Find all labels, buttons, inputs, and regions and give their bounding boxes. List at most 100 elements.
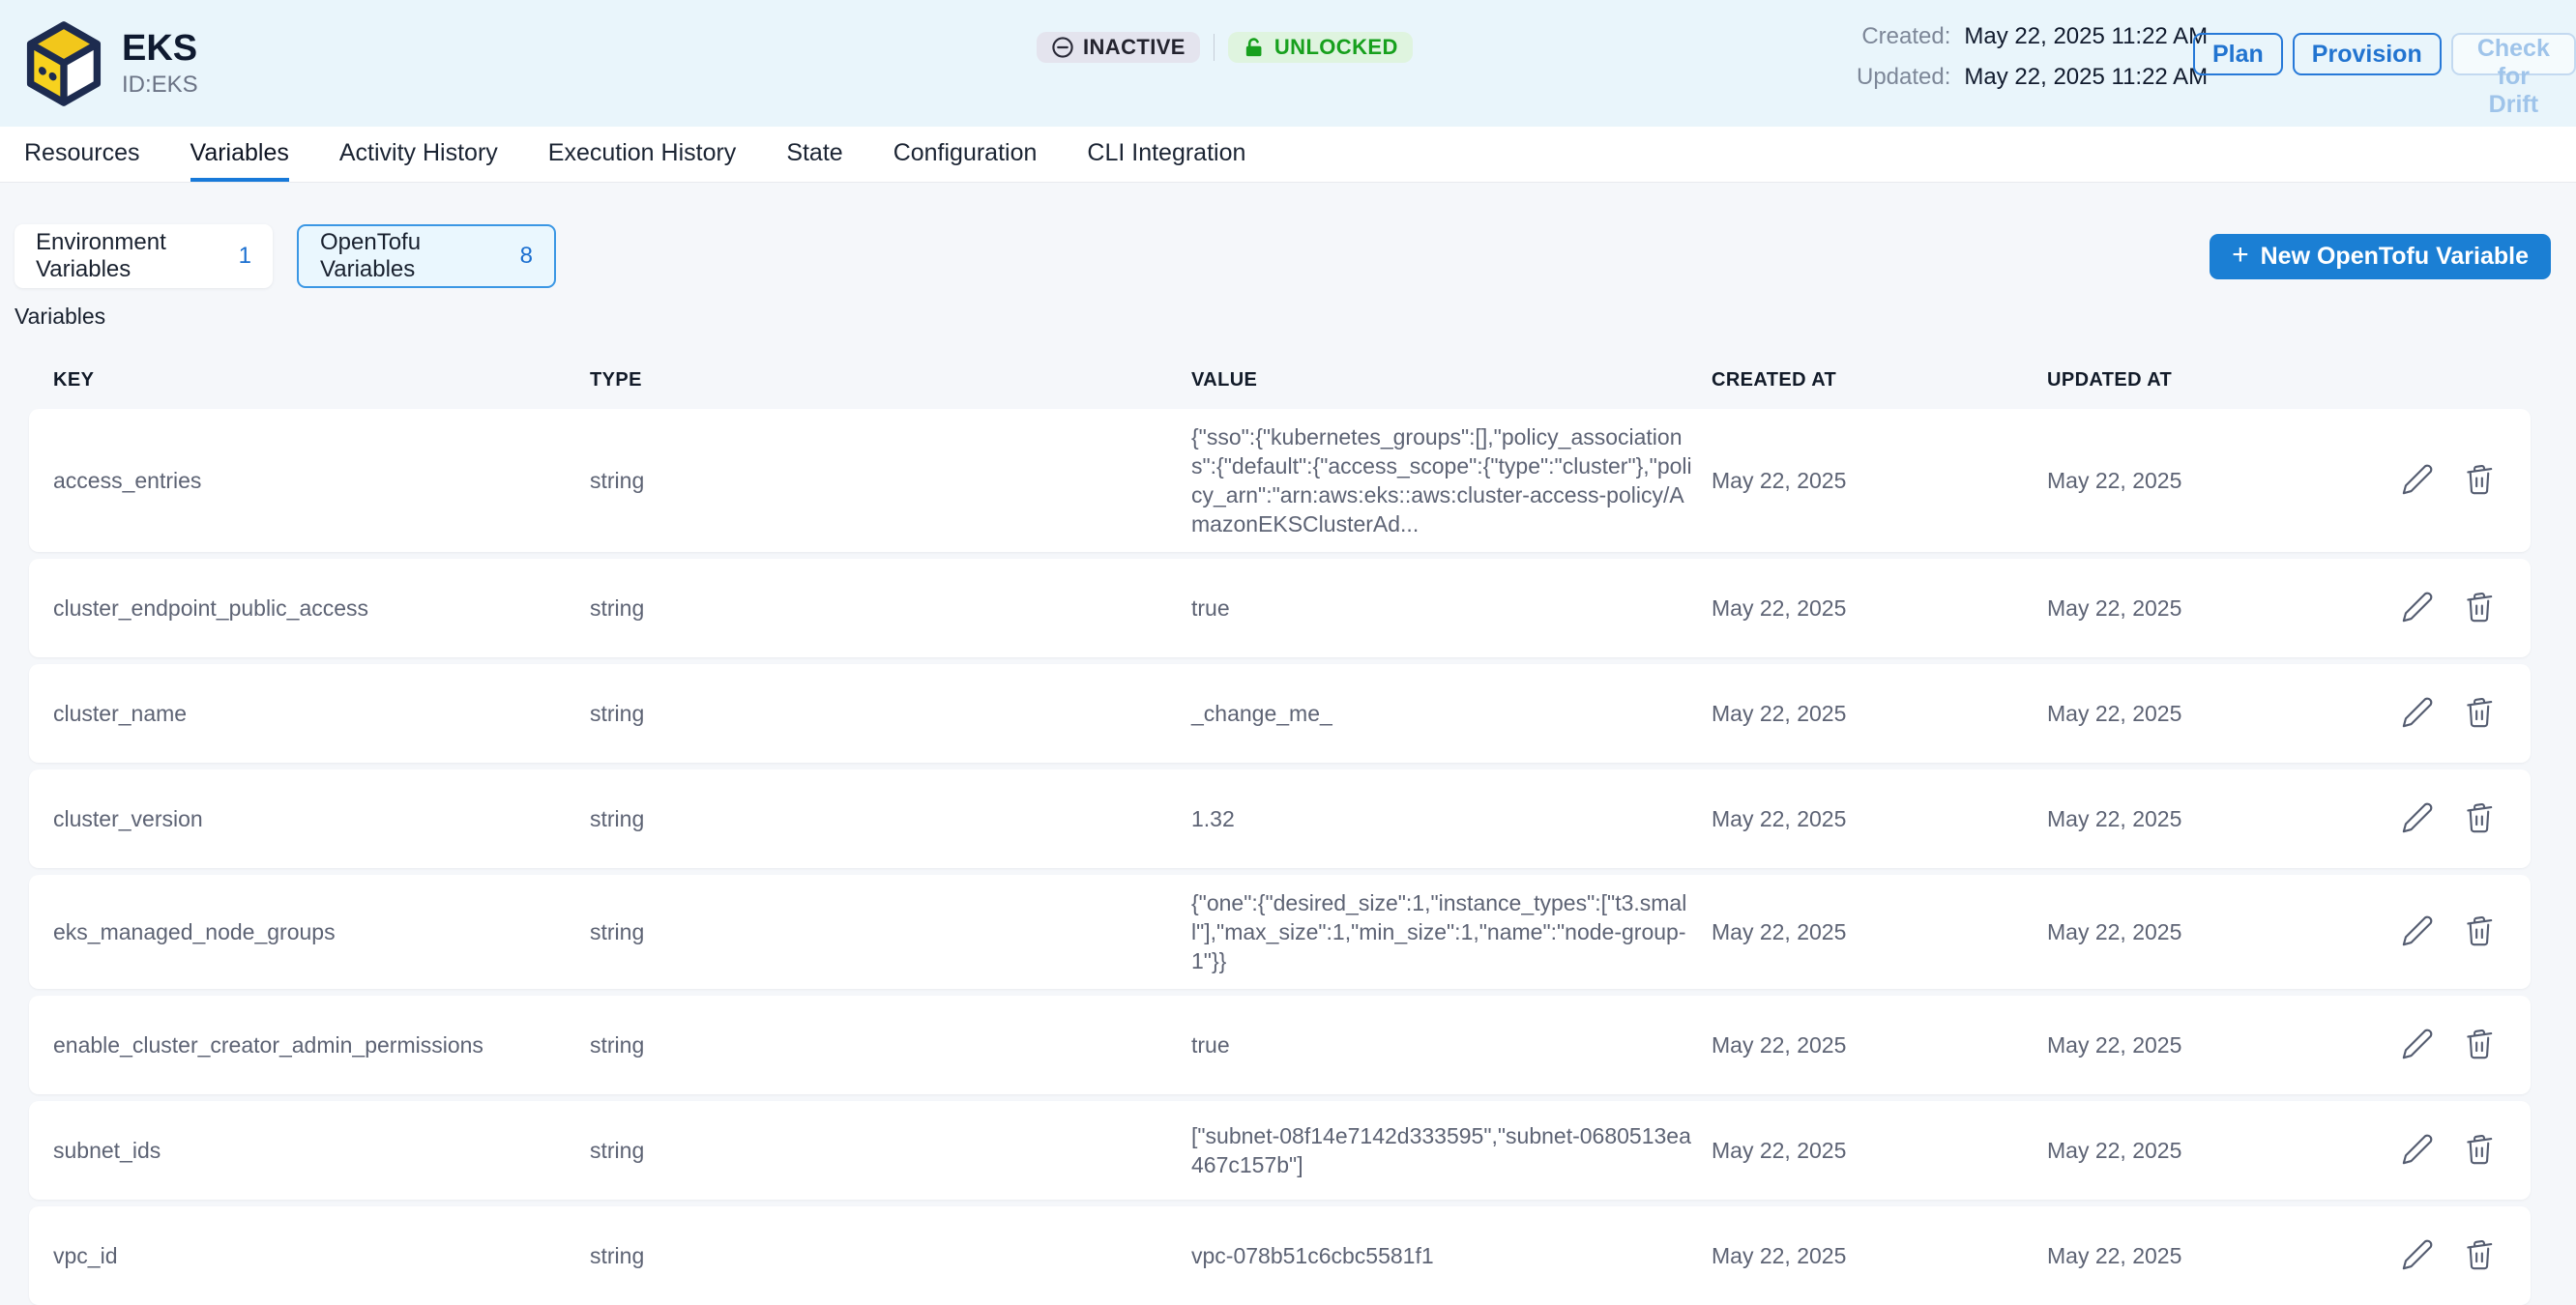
cube-logo-icon (23, 20, 104, 107)
tab-activity-history[interactable]: Activity History (339, 127, 498, 182)
variable-type: string (590, 468, 1191, 494)
row-actions (2371, 1028, 2506, 1062)
table-row: cluster_version string 1.32 May 22, 2025… (29, 769, 2531, 868)
status-badges: INACTIVE UNLOCKED (1037, 32, 1413, 63)
updated-value: May 22, 2025 11:22 AM (1964, 64, 2208, 91)
table-row: eks_managed_node_groups string {"one":{"… (29, 875, 2531, 989)
row-actions (2371, 696, 2506, 731)
row-actions (2371, 1238, 2506, 1273)
tab-cli-integration[interactable]: CLI Integration (1087, 127, 1245, 182)
opentofu-variables-tab[interactable]: OpenTofu Variables 8 (297, 224, 556, 288)
variable-type-tabs: Environment Variables 1 OpenTofu Variabl… (15, 224, 2551, 288)
variable-value: _change_me_ (1191, 699, 1712, 728)
row-actions (2371, 914, 2506, 949)
variable-key: access_entries (53, 468, 590, 494)
variable-updated-at: May 22, 2025 (2047, 1243, 2371, 1269)
pencil-icon (2401, 1238, 2434, 1271)
table-row: cluster_name string _change_me_ May 22, … (29, 664, 2531, 763)
tab-configuration[interactable]: Configuration (893, 127, 1038, 182)
variable-updated-at: May 22, 2025 (2047, 701, 2371, 727)
pencil-icon (2401, 591, 2434, 624)
edit-variable-button[interactable] (2400, 914, 2435, 949)
tab-variables[interactable]: Variables (190, 127, 289, 182)
trash-icon (2463, 463, 2496, 496)
tab-resources[interactable]: Resources (24, 127, 140, 182)
row-actions (2371, 591, 2506, 625)
pencil-icon (2401, 463, 2434, 496)
variable-key: subnet_ids (53, 1138, 590, 1164)
edit-variable-button[interactable] (2400, 463, 2435, 498)
variables-table: access_entries string {"sso":{"kubernete… (29, 409, 2531, 1305)
variable-created-at: May 22, 2025 (1712, 701, 2047, 727)
status-badge-label: INACTIVE (1083, 35, 1186, 60)
timestamps: Created: May 22, 2025 11:22 AM Updated: … (1857, 23, 2208, 91)
variables-page: Environment Variables 1 OpenTofu Variabl… (0, 183, 2576, 1305)
variable-key: cluster_version (53, 806, 590, 832)
delete-variable-button[interactable] (2462, 1028, 2497, 1062)
pencil-icon (2401, 914, 2434, 947)
edit-variable-button[interactable] (2400, 1133, 2435, 1168)
table-row: subnet_ids string ["subnet-08f14e7142d33… (29, 1101, 2531, 1200)
variable-created-at: May 22, 2025 (1712, 468, 2047, 494)
delete-variable-button[interactable] (2462, 1133, 2497, 1168)
delete-variable-button[interactable] (2462, 463, 2497, 498)
environment-variables-tab[interactable]: Environment Variables 1 (15, 224, 273, 288)
variable-key: cluster_name (53, 701, 590, 727)
column-header-value: VALUE (1191, 369, 1712, 392)
trash-icon (2463, 591, 2496, 624)
variable-value: vpc-078b51c6cbc5581f1 (1191, 1241, 1712, 1270)
plan-button[interactable]: Plan (2193, 33, 2283, 75)
opentofu-variables-label: OpenTofu Variables (320, 229, 493, 283)
variable-value: {"sso":{"kubernetes_groups":[],"policy_a… (1191, 422, 1712, 538)
row-actions (2371, 801, 2506, 836)
table-row: enable_cluster_creator_admin_permissions… (29, 996, 2531, 1094)
delete-variable-button[interactable] (2462, 696, 2497, 731)
variable-created-at: May 22, 2025 (1712, 595, 2047, 622)
variable-value: 1.32 (1191, 804, 1712, 833)
variable-value: ["subnet-08f14e7142d333595","subnet-0680… (1191, 1121, 1712, 1179)
provision-button[interactable]: Provision (2293, 33, 2442, 75)
delete-variable-button[interactable] (2462, 591, 2497, 625)
edit-variable-button[interactable] (2400, 591, 2435, 625)
variable-updated-at: May 22, 2025 (2047, 595, 2371, 622)
edit-variable-button[interactable] (2400, 801, 2435, 836)
edit-variable-button[interactable] (2400, 1238, 2435, 1273)
tab-execution-history[interactable]: Execution History (548, 127, 737, 182)
trash-icon (2463, 914, 2496, 947)
variable-key: enable_cluster_creator_admin_permissions (53, 1032, 590, 1058)
page-title: EKS (122, 28, 198, 71)
updated-label: Updated: (1857, 64, 1950, 91)
variable-updated-at: May 22, 2025 (2047, 468, 2371, 494)
column-header-updated-at: UPDATED AT (2047, 369, 2371, 392)
delete-variable-button[interactable] (2462, 801, 2497, 836)
pencil-icon (2401, 696, 2434, 729)
delete-variable-button[interactable] (2462, 1238, 2497, 1273)
app-header: EKS ID:EKS INACTIVE UNLOCKED Created: Ma… (0, 0, 2576, 127)
new-opentofu-variable-button[interactable]: + New OpenTofu Variable (2210, 234, 2551, 279)
trash-icon (2463, 1238, 2496, 1271)
tab-state[interactable]: State (786, 127, 842, 182)
badge-separator (1214, 34, 1215, 61)
trash-icon (2463, 696, 2496, 729)
table-header: KEY TYPE VALUE CREATED AT UPDATED AT (29, 359, 2531, 401)
status-badge: INACTIVE (1037, 32, 1200, 63)
opentofu-variables-count: 8 (520, 243, 533, 270)
variable-value: {"one":{"desired_size":1,"instance_types… (1191, 888, 1712, 975)
variable-key: eks_managed_node_groups (53, 919, 590, 945)
column-header-created-at: CREATED AT (1712, 369, 2047, 392)
check-for-drift-button[interactable]: Check for Drift (2451, 33, 2576, 75)
delete-variable-button[interactable] (2462, 914, 2497, 949)
variable-type: string (590, 595, 1191, 622)
edit-variable-button[interactable] (2400, 696, 2435, 731)
table-row: vpc_id string vpc-078b51c6cbc5581f1 May … (29, 1206, 2531, 1305)
title-block: EKS ID:EKS (122, 28, 198, 100)
circle-minus-icon (1051, 36, 1074, 59)
variable-created-at: May 22, 2025 (1712, 1138, 2047, 1164)
edit-variable-button[interactable] (2400, 1028, 2435, 1062)
created-value: May 22, 2025 11:22 AM (1964, 23, 2208, 50)
variable-created-at: May 22, 2025 (1712, 919, 2047, 945)
trash-icon (2463, 801, 2496, 834)
table-row: access_entries string {"sso":{"kubernete… (29, 409, 2531, 552)
header-actions: Plan Provision Check for Drift (2193, 33, 2576, 75)
page-subtitle: ID:EKS (122, 72, 198, 99)
